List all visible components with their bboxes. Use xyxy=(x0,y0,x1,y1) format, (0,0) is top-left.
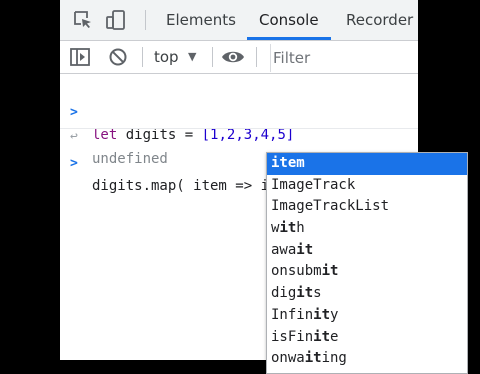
autocomplete-item-prefix: isFin xyxy=(271,328,314,345)
autocomplete-item-suffix: s xyxy=(313,285,322,302)
clear-console-icon[interactable] xyxy=(108,47,128,71)
autocomplete-item-match: it xyxy=(279,220,297,237)
tab-bar: Elements Console Recorder xyxy=(60,0,418,41)
tab-elements[interactable]: Elements xyxy=(166,0,236,40)
autocomplete-item[interactable]: ImageTrackList xyxy=(267,196,467,218)
console-current-input[interactable]: > digits.map( item => item xyxy=(60,131,418,194)
autocomplete-item[interactable]: item xyxy=(267,153,467,175)
autocomplete-item-prefix: dig xyxy=(271,285,297,302)
device-toolbar-icon[interactable] xyxy=(106,10,126,30)
autocomplete-item-match: it xyxy=(271,155,288,171)
autocomplete-item-prefix: awa xyxy=(271,241,297,258)
eye-icon[interactable] xyxy=(221,49,245,69)
autocomplete-item-suffix: em xyxy=(287,155,305,171)
autocomplete-item-match: it xyxy=(313,306,331,323)
sidebar-toggle-icon[interactable] xyxy=(70,48,90,70)
autocomplete-item-prefix: ImageTrackList xyxy=(271,198,390,215)
autocomplete-item-suffix: y xyxy=(330,306,339,323)
autocomplete-item[interactable]: onsubmit xyxy=(267,261,467,283)
context-selector[interactable]: top xyxy=(154,41,179,73)
console-editor[interactable]: digits.map( item => item xyxy=(92,175,295,197)
autocomplete-item-match: it xyxy=(296,241,314,258)
tab-recorder[interactable]: Recorder xyxy=(346,0,413,40)
autocomplete-item[interactable]: Infinity xyxy=(267,305,467,327)
chevron-down-icon[interactable]: ▼ xyxy=(188,41,196,73)
autocomplete-item-match: it xyxy=(296,285,314,302)
autocomplete-item-prefix: onwa xyxy=(271,350,305,367)
prompt-chevron-icon: > xyxy=(70,156,78,171)
autocomplete-item-suffix: e xyxy=(330,328,339,345)
toolbar-divider xyxy=(256,47,257,67)
inspect-element-icon[interactable] xyxy=(73,10,93,30)
console-result-line: ↩ undefined xyxy=(60,104,418,167)
autocomplete-item[interactable]: with xyxy=(267,218,467,240)
autocomplete-item[interactable]: isFinite xyxy=(267,327,467,349)
console-input-line: > let digits = [1,2,3,4,5] xyxy=(60,80,418,143)
autocomplete-item-match: it xyxy=(304,350,322,367)
autocomplete-item-prefix: ImageTrack xyxy=(271,176,356,193)
typed-text: digits.map( item => it xyxy=(92,178,278,194)
autocomplete-item-match: it xyxy=(321,263,339,280)
autocomplete-item-prefix: Infin xyxy=(271,306,314,323)
autocomplete-item[interactable]: await xyxy=(267,240,467,262)
tab-console[interactable]: Console xyxy=(259,0,319,40)
filter-input[interactable] xyxy=(270,44,418,72)
autocomplete-item-match: it xyxy=(313,328,331,345)
autocomplete-item[interactable]: onwaiting xyxy=(267,348,467,370)
toolbar-divider xyxy=(142,47,143,67)
autocomplete-item[interactable]: digits xyxy=(267,283,467,305)
autocomplete-dropdown: item ImageTrack ImageTrackList with await ons… xyxy=(266,152,468,374)
autocomplete-item-prefix: onsubm xyxy=(271,263,322,280)
autocomplete-item[interactable]: ImageTrack xyxy=(267,175,467,197)
active-tab-indicator xyxy=(247,37,331,40)
tab-divider xyxy=(145,10,146,30)
console-divider xyxy=(60,128,418,129)
toolbar-divider xyxy=(212,47,213,67)
autocomplete-item-suffix: h xyxy=(296,220,305,237)
autocomplete-item-suffix: ing xyxy=(321,350,347,367)
console-toolbar: top ▼ xyxy=(60,41,418,74)
